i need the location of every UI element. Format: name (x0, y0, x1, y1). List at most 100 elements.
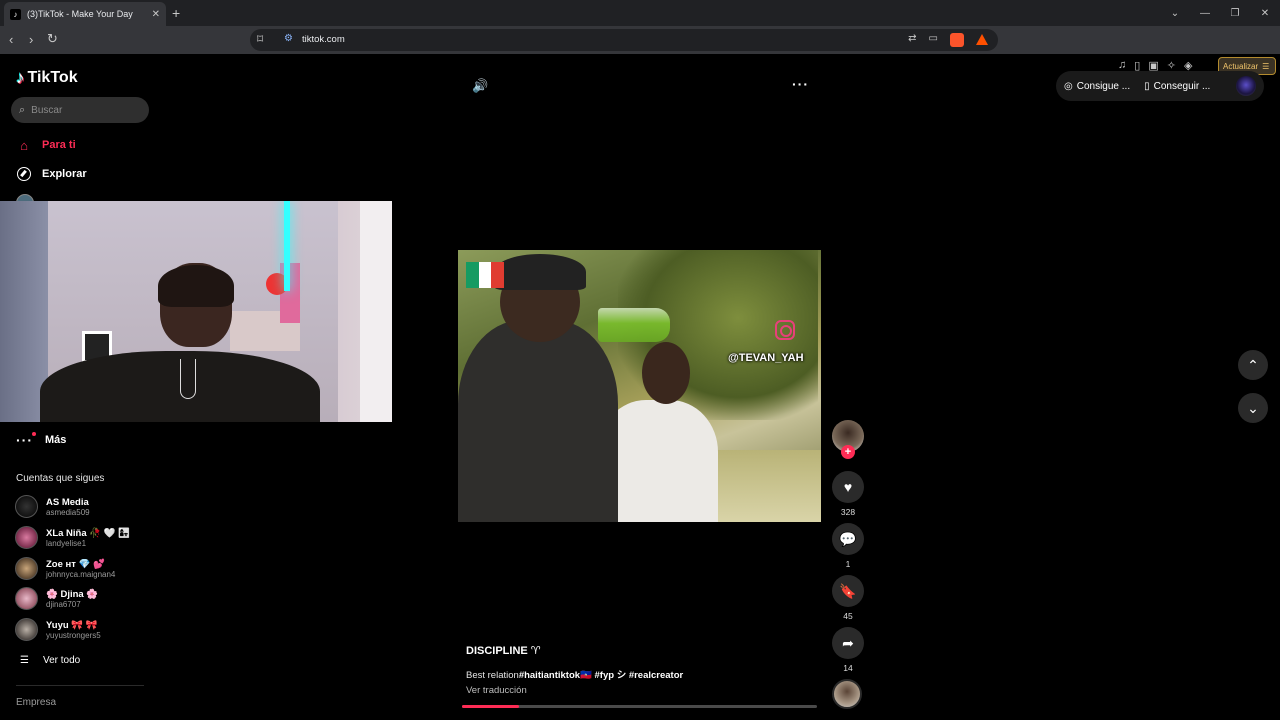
get-app-label: Conseguir ... (1153, 80, 1211, 92)
address-bar[interactable]: ⌑ ⚙ tiktok.com ⇄ ▭ (250, 29, 998, 51)
nav-explore[interactable]: Explorar (16, 166, 87, 182)
sidebar-divider (16, 685, 144, 686)
browser-tab[interactable]: ♪ (3)TikTok - Make Your Day ✕ (4, 2, 166, 26)
share-count: 14 (843, 663, 853, 673)
see-all-label: Ver todo (42, 655, 81, 666)
more-dots-icon: ··· (16, 432, 36, 448)
comment-button[interactable]: 💬 (832, 523, 864, 555)
next-video-button[interactable]: ⌄ (1238, 393, 1268, 423)
like-count: 328 (840, 507, 856, 517)
get-coins-label: Consigue ... (1076, 80, 1131, 92)
followed-account[interactable]: Zoe ʜᴛ 💎 💕 johnnyca.maignan4 (15, 557, 115, 580)
translate-icon[interactable]: ⇄ (908, 33, 916, 47)
chevron-up-icon: ⌃ (1247, 356, 1259, 373)
get-app-button[interactable]: ▯ Conseguir ... (1144, 81, 1210, 92)
avatar (15, 557, 38, 580)
avatar (15, 526, 38, 549)
list-icon: ☰ (20, 655, 29, 666)
close-tab-icon[interactable]: ✕ (152, 9, 160, 20)
like-button[interactable]: ♥ (832, 471, 864, 503)
company-link[interactable]: Empresa (16, 697, 56, 708)
video-title: DISCIPLINE ♈ (466, 645, 541, 657)
comment-icon: 💬 (839, 530, 857, 547)
webcam-overlay (0, 201, 392, 422)
nav-for-you-label: Para ti (42, 139, 76, 151)
search-input[interactable]: ⌕ Buscar (11, 97, 149, 123)
compass-icon (16, 166, 32, 182)
more-label: Más (45, 434, 67, 446)
phone-icon: ▯ (1144, 80, 1150, 92)
description-text: Best relation (466, 670, 519, 681)
window-controls: ⌄ — ❐ ✕ (1160, 0, 1280, 26)
forward-button[interactable]: › (29, 32, 33, 47)
account-name: Zoe ʜᴛ 💎 💕 (46, 558, 105, 570)
reload-button[interactable]: ↻ (47, 31, 58, 47)
browser-toolbar: ‹ › ↻ ⌑ ⚙ tiktok.com ⇄ ▭ ♫ ▯ ▣ ✧ ◈ Actua… (0, 26, 1280, 75)
video-overlay-handle: @TEVAN_YAH (728, 352, 804, 364)
bookmark-icon[interactable]: ⌑ (257, 32, 263, 46)
site-info-icon[interactable]: ⚙ (284, 33, 293, 44)
followed-account[interactable]: Yuyu 🎀 🎀 yuyustrongers5 (15, 618, 101, 641)
menu-icon: ☰ (1262, 61, 1270, 71)
options-icon[interactable]: ··· (792, 76, 809, 92)
chevron-down-icon: ⌄ (1247, 399, 1259, 416)
avatar (15, 618, 38, 641)
top-right-actions: ◎ Consigue ... ▯ Conseguir ... (1056, 71, 1264, 101)
cast-icon[interactable]: ▭ (929, 33, 938, 47)
followed-account[interactable]: 🌸 Djina 🌸 djina6707 (15, 587, 98, 610)
tab-title: (3)TikTok - Make Your Day (27, 9, 133, 19)
video-player[interactable]: @TEVAN_YAH (458, 250, 821, 522)
logo-text: TikTok (27, 69, 78, 86)
account-handle: yuyustrongers5 (46, 630, 101, 640)
brave-rewards-icon[interactable] (976, 34, 988, 45)
close-window-button[interactable]: ✕ (1250, 8, 1280, 19)
video-description: Best relation#haitiantiktok🇭🇹 #fyp シ #re… (466, 667, 683, 681)
account-name: XLa Niña 🥀 🤍 👩‍👧 (46, 527, 131, 539)
save-button[interactable]: 🔖 (832, 575, 864, 607)
tab-search-icon[interactable]: ⌄ (1160, 8, 1190, 19)
minimize-button[interactable]: — (1190, 8, 1220, 19)
instagram-icon (775, 320, 795, 340)
profile-avatar[interactable] (1236, 76, 1256, 96)
home-icon: ⌂ (20, 137, 28, 153)
tiktok-favicon-icon: ♪ (10, 8, 21, 20)
see-translation-link[interactable]: Ver traducción (466, 685, 527, 696)
coin-icon: ◎ (1064, 80, 1073, 92)
new-tab-button[interactable]: + (172, 5, 180, 21)
following-header: Cuentas que sigues (16, 473, 105, 484)
sound-avatar[interactable] (832, 679, 862, 709)
followed-account[interactable]: XLa Niña 🥀 🤍 👩‍👧 landyelise1 (15, 526, 130, 549)
back-button[interactable]: ‹ (9, 32, 13, 47)
more-menu[interactable]: ··· Más (16, 432, 66, 448)
brave-shields-icon[interactable] (950, 33, 964, 47)
description-hashtags[interactable]: #haitiantiktok🇭🇹 #fyp シ #realcreator (519, 670, 683, 681)
share-button[interactable]: ➦ (832, 627, 864, 659)
video-progress-bar[interactable] (462, 705, 817, 708)
comment-count: 1 (845, 559, 851, 569)
followed-account[interactable]: AS Media asmedia509 (15, 495, 90, 518)
account-handle: johnnyca.maignan4 (46, 569, 116, 579)
browser-tab-bar: ♪ (3)TikTok - Make Your Day ✕ + ⌄ — ❐ ✕ (0, 0, 1280, 26)
update-label: Actualizar (1223, 61, 1259, 71)
heart-icon: ♥ (843, 479, 853, 495)
account-name: Yuyu 🎀 🎀 (46, 619, 98, 631)
previous-video-button[interactable]: ⌃ (1238, 350, 1268, 380)
avatar (15, 587, 38, 610)
account-name: 🌸 Djina 🌸 (46, 588, 99, 600)
volume-icon[interactable]: 🔊 (472, 78, 488, 94)
url-text: tiktok.com (302, 34, 345, 45)
account-name: AS Media (46, 496, 89, 508)
tiktok-logo[interactable]: ♪ TikTok (16, 68, 78, 88)
save-count: 45 (843, 611, 853, 621)
see-all-button[interactable]: ☰ Ver todo (20, 655, 80, 666)
search-icon: ⌕ (19, 103, 26, 116)
tiktok-note-icon: ♪ (16, 68, 25, 87)
follow-plus-icon[interactable]: + (841, 445, 855, 459)
avatar (15, 495, 38, 518)
account-handle: landyelise1 (46, 538, 87, 548)
nav-explore-label: Explorar (42, 168, 87, 180)
nav-for-you[interactable]: ⌂ Para ti (16, 137, 76, 153)
restore-button[interactable]: ❐ (1220, 8, 1250, 19)
get-coins-button[interactable]: ◎ Consigue ... (1064, 81, 1130, 92)
share-arrow-icon: ➦ (842, 634, 854, 651)
